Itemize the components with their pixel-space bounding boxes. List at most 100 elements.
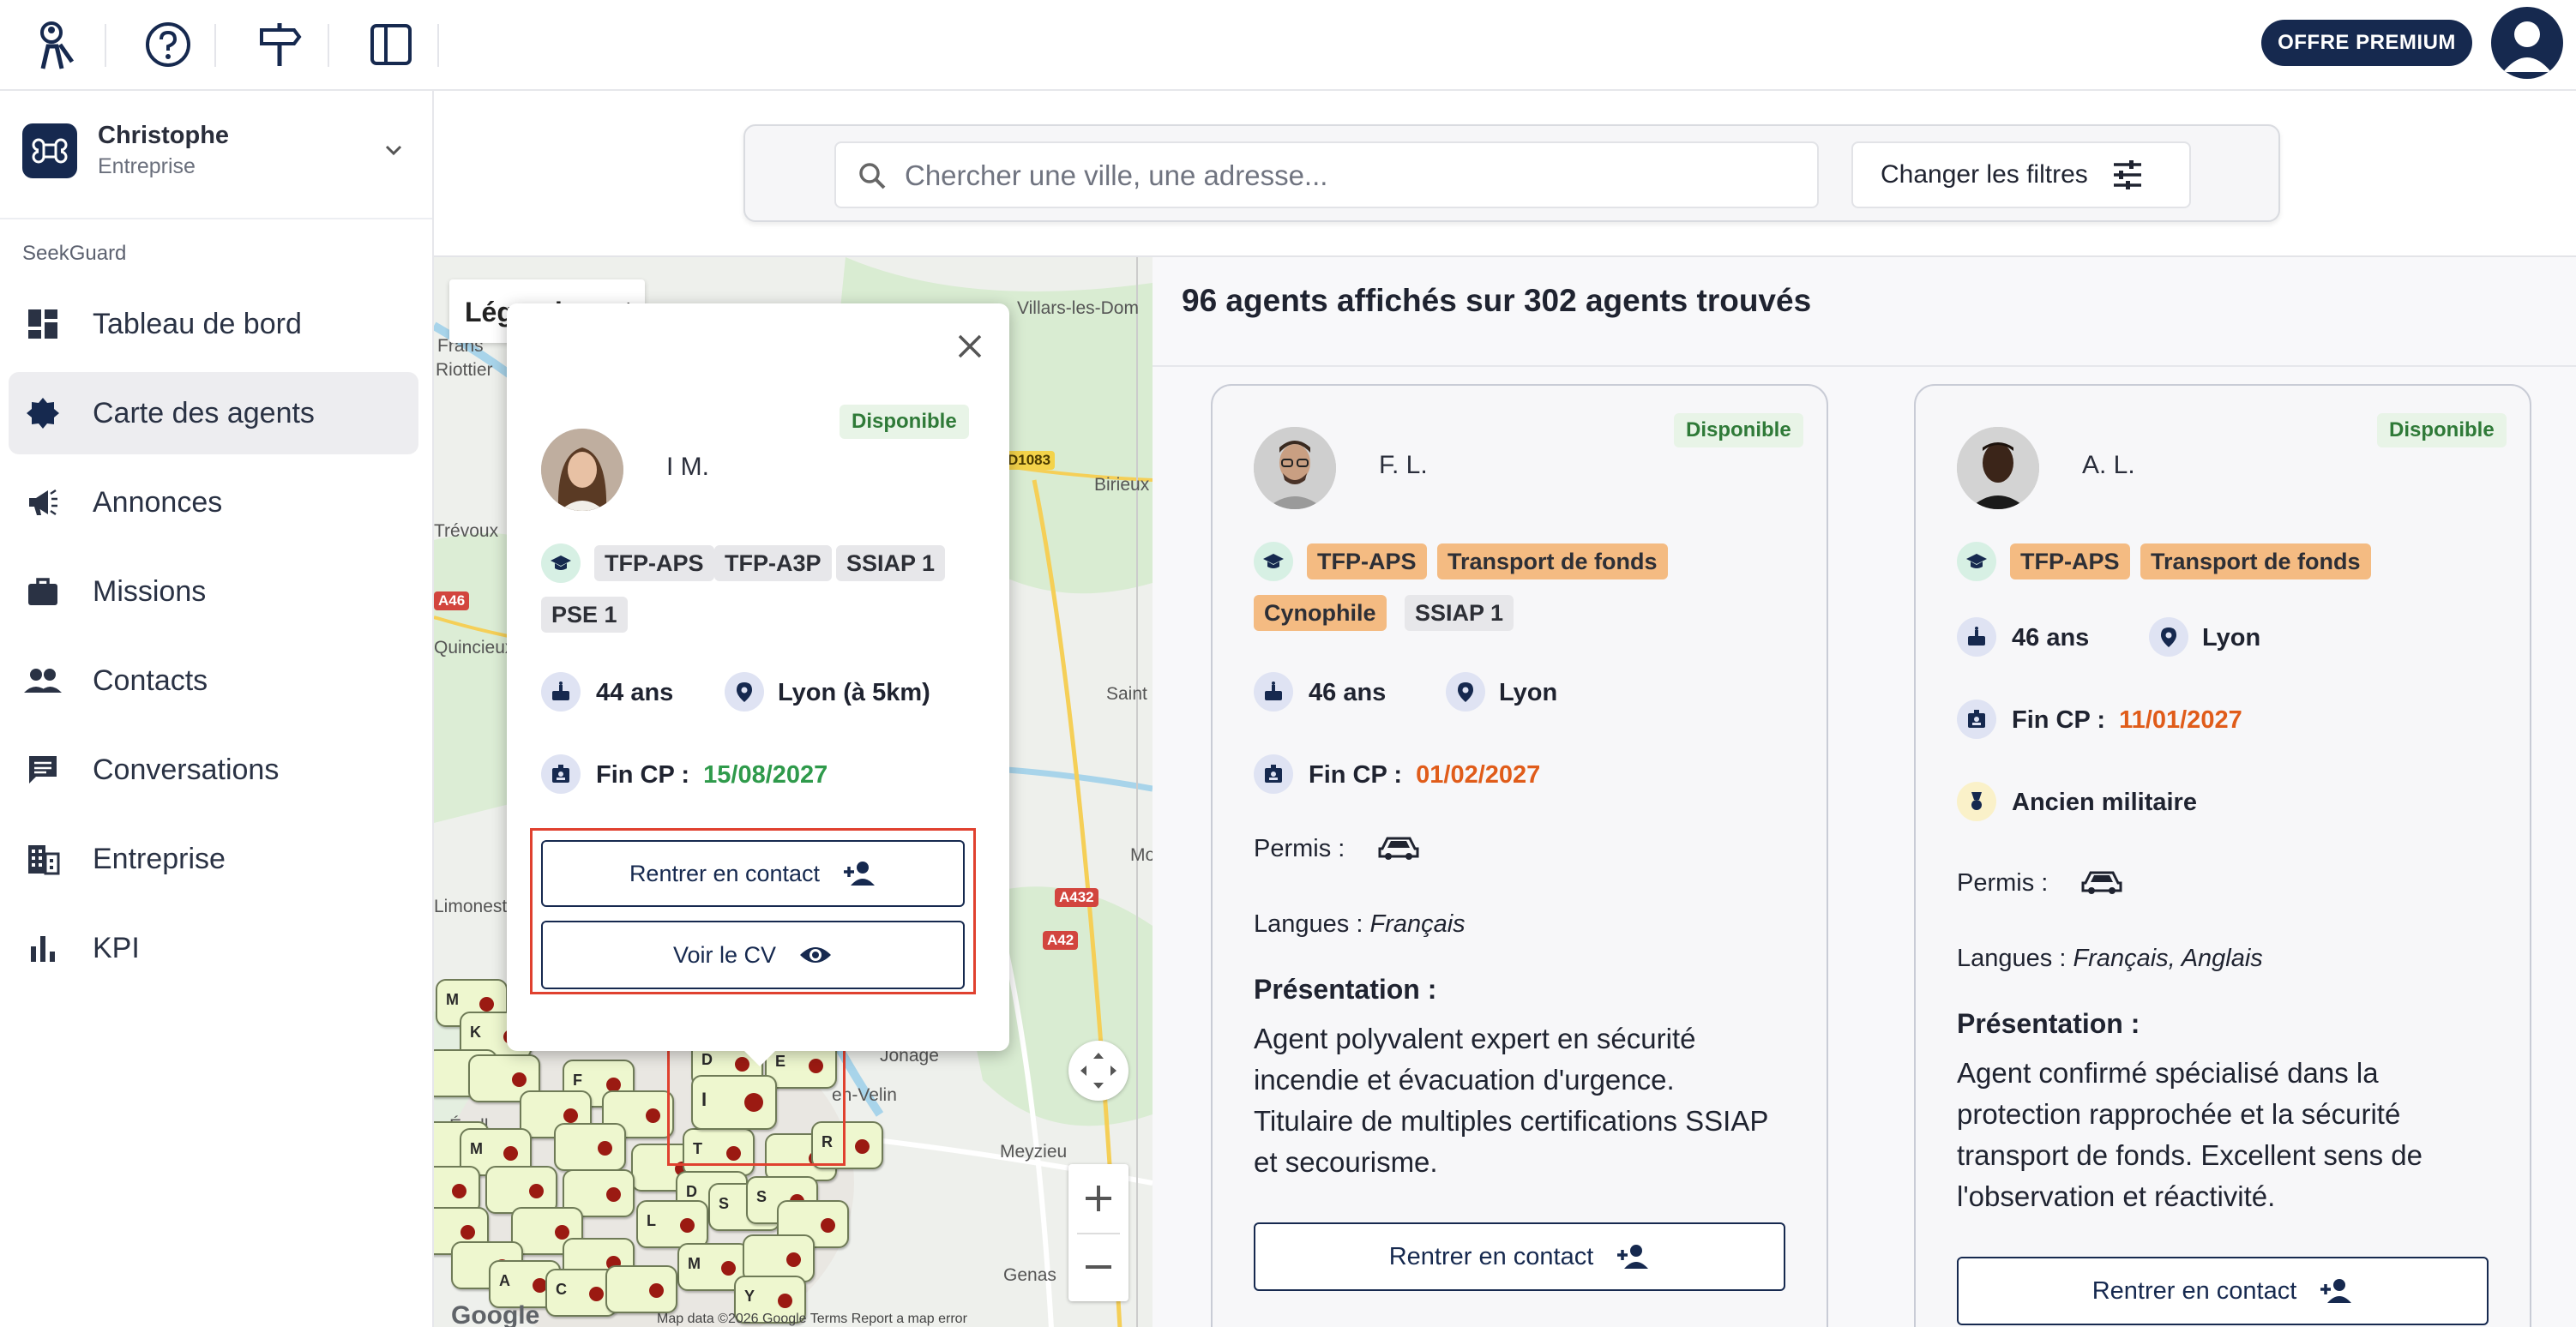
langues-label: Langues : [1957,945,2067,972]
sidebar-item-missions[interactable]: Missions [9,550,418,633]
marker-letter: F [573,1072,582,1089]
certification-tag: SSIAP 1 [1405,595,1514,631]
certification-tag: TFP-APS [2010,543,2130,579]
presentation-text: Agent confirmé spécialisé dans la protec… [1957,1057,2423,1212]
map-place-label: Birieux [1094,475,1150,495]
sidebar-toggle-icon[interactable] [362,15,420,74]
marker-dot [821,1218,835,1233]
sidebar-item-label: Annonces [93,485,223,519]
chevron-down-icon[interactable] [379,135,408,165]
langues-row: Langues : Français, Anglais [1957,945,2263,973]
marker-dot [529,1184,544,1198]
marker-dot [606,1187,621,1202]
agent-photo [1957,427,2039,509]
command-key-icon [22,123,77,178]
certification-tag: PSE 1 [541,597,628,633]
bar-chart-icon [24,929,62,967]
status-badge: Disponible [2377,413,2507,447]
fin-cp-label: Fin CP : [1309,761,1403,789]
permis-row: Permis : [1957,869,2048,898]
building-icon [24,840,62,878]
location-pin-icon [725,672,764,712]
agent-age: 46 ans [1309,679,1387,706]
fullscreen-button[interactable] [1068,1041,1129,1101]
user-avatar[interactable] [2491,7,2563,79]
action-buttons-highlight [530,828,976,994]
close-icon[interactable] [953,329,987,363]
sidebar-divider [0,218,432,219]
sidebar-item-agents-map[interactable]: Carte des agents [9,372,418,454]
fin-cp-row: Fin CP : 01/02/2027 [1309,761,1540,790]
certification-tag: TFP-APS [594,545,714,581]
marker-dot [855,1139,870,1154]
sidebar-item-kpi[interactable]: KPI [9,907,418,989]
agent-card[interactable]: Disponible F. L. TFP-APS Transport de fo… [1211,384,1828,1327]
organization-switcher[interactable]: Christophe Entreprise [22,117,408,185]
map-badge-icon [24,394,62,432]
agent-logo-icon[interactable] [26,15,84,74]
sidebar-item-contacts[interactable]: Contacts [9,639,418,722]
results-header: 96 agents affichés sur 302 agents trouvé… [1153,255,2576,367]
certification-tag: TFP-APS [1307,543,1427,579]
search-input[interactable] [905,152,1797,200]
marker-dot [646,1108,660,1123]
zoom-in-button[interactable] [1068,1164,1129,1233]
briefcase-icon [24,573,62,610]
marker-dot [778,1294,792,1308]
premium-offer-button[interactable]: OFFRE PREMIUM [2261,20,2472,66]
signpost-icon[interactable] [250,15,309,74]
change-filters-button[interactable]: Changer les filtres [1851,141,2191,208]
fin-cp-label: Fin CP : [596,761,690,789]
agent-marker[interactable] [605,1265,677,1313]
dashboard-icon [24,305,62,343]
marker-letter: M [446,991,459,1008]
change-filters-label: Changer les filtres [1881,160,2088,189]
minus-icon [1086,1265,1111,1269]
agent-location: Lyon [2202,624,2261,651]
people-icon [24,662,62,700]
agent-age: 46 ans [2012,624,2090,651]
toolbar-divider [105,24,106,67]
map-place-label: Mo [1130,845,1153,865]
toolbar-divider [437,24,439,67]
zoom-out-button[interactable] [1068,1234,1129,1301]
popup-pointer [741,1048,779,1066]
search-box[interactable] [834,141,1819,208]
fin-cp-date: 11/01/2027 [2119,706,2242,734]
organization-name: Christophe [98,122,230,149]
fin-cp-date: 15/08/2027 [703,761,828,789]
id-badge-icon [541,754,581,794]
help-icon[interactable] [139,15,197,74]
agent-card[interactable]: Disponible A. L. TFP-APS Transport de fo… [1914,384,2531,1327]
fin-cp-date: 01/02/2027 [1416,761,1541,789]
sidebar-item-announcements[interactable]: Annonces [9,461,418,543]
google-logo: Google [451,1301,540,1327]
marker-letter: S [756,1188,767,1205]
search-icon [857,160,888,191]
id-badge-icon [1957,700,1996,739]
sidebar-item-company[interactable]: Entreprise [9,818,418,900]
chat-icon [24,751,62,789]
marker-dot [563,1108,578,1123]
map-attribution[interactable]: Map data ©2026 Google Terms Report a map… [657,1312,967,1327]
contact-button[interactable]: Rentrer en contact [1254,1222,1785,1291]
agent-photo [1254,427,1336,509]
agent-location: Lyon (à 5km) [778,679,930,706]
sidebar-item-dashboard[interactable]: Tableau de bord [9,283,418,365]
contact-button[interactable]: Rentrer en contact [1957,1257,2489,1325]
agent-age: 44 ans [596,679,674,706]
agent-marker[interactable]: L [636,1200,708,1248]
map-place-label: Limonest [434,897,508,916]
marker-letter: S [719,1195,730,1212]
sidebar-item-conversations[interactable]: Conversations [9,729,418,811]
map-place-label: Quincieux [434,638,515,657]
agent-marker[interactable] [554,1123,626,1171]
sidebar-item-label: Contacts [93,664,208,697]
marker-letter: D [686,1183,697,1200]
marker-dot [721,1261,736,1276]
top-bar: OFFRE PREMIUM [0,0,2576,91]
certification-tag: Transport de fonds [2140,543,2371,579]
map-place-label: Saint [1106,684,1147,704]
marker-letter: L [647,1212,656,1229]
megaphone-icon [24,483,62,521]
